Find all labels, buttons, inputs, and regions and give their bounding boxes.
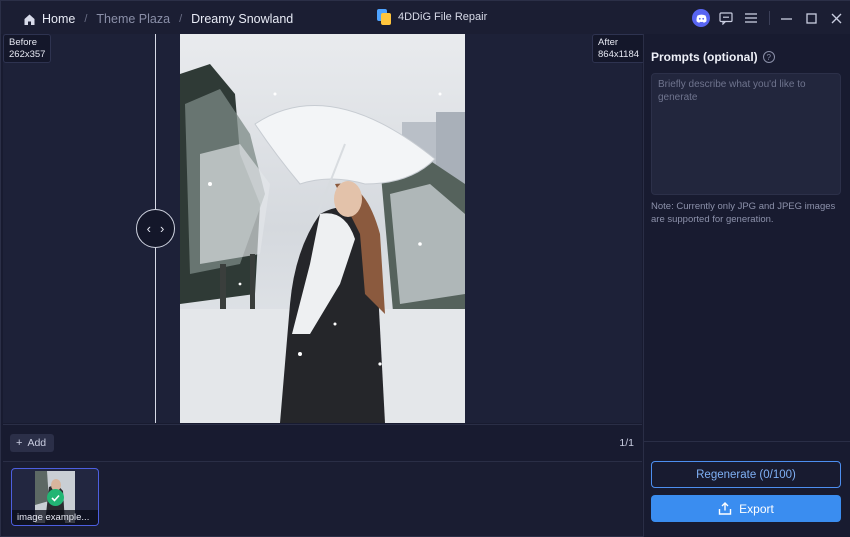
home-icon[interactable] xyxy=(23,13,36,26)
after-title: After xyxy=(598,37,619,48)
before-title: Before xyxy=(9,37,37,48)
menu-icon xyxy=(745,13,757,23)
minimize-button[interactable] xyxy=(776,8,796,28)
regenerate-label: Regenerate (0/100) xyxy=(696,468,796,481)
discord-icon xyxy=(692,9,710,27)
breadcrumb-theme-plaza[interactable]: Theme Plaza xyxy=(96,12,170,26)
breadcrumb-separator: / xyxy=(84,13,88,25)
before-size: 262x357 xyxy=(9,48,46,60)
chevron-left-icon: ‹ xyxy=(146,221,151,236)
close-button[interactable] xyxy=(826,8,846,28)
close-icon xyxy=(831,13,841,23)
plus-icon: + xyxy=(16,437,23,449)
compare-slider-handle[interactable]: ‹ › xyxy=(136,209,175,248)
check-icon xyxy=(47,489,64,506)
breadcrumb-current: Dreamy Snowland xyxy=(191,12,294,26)
export-button[interactable]: Export xyxy=(651,495,841,522)
title-bar: Home / Theme Plaza / Dreamy Snowland 4DD… xyxy=(1,1,850,34)
chevron-right-icon: › xyxy=(160,221,165,236)
breadcrumb: Home / Theme Plaza / Dreamy Snowland xyxy=(23,11,293,27)
thumbnail-item[interactable]: image example... xyxy=(11,468,99,526)
panel-divider xyxy=(644,441,850,442)
app-window: Home / Theme Plaza / Dreamy Snowland 4DD… xyxy=(0,0,850,537)
preview-image xyxy=(180,34,465,423)
add-button[interactable]: + Add xyxy=(10,434,55,452)
thumbnail-strip: image example... xyxy=(3,461,642,536)
help-icon[interactable]: ? xyxy=(762,51,775,63)
maximize-button[interactable] xyxy=(801,8,821,28)
export-icon xyxy=(718,502,732,515)
regenerate-button[interactable]: Regenerate (0/100) xyxy=(651,461,841,488)
feedback-button[interactable] xyxy=(716,8,736,28)
controls-divider xyxy=(769,11,770,25)
prompt-heading: Prompts (optional) ? xyxy=(651,50,775,64)
export-label: Export xyxy=(739,501,774,516)
window-controls xyxy=(691,8,850,28)
format-note: Note: Currently only JPG and JPEG images… xyxy=(651,201,836,225)
after-size: 864x1184 xyxy=(598,48,640,60)
app-logo-icon xyxy=(377,9,391,25)
image-toolbar: + Add 1/1 xyxy=(3,424,642,461)
prompt-title: Prompts (optional) xyxy=(651,50,758,64)
feedback-icon xyxy=(719,11,733,25)
discord-button[interactable] xyxy=(691,8,711,28)
minimize-icon xyxy=(780,17,792,20)
maximize-icon xyxy=(805,12,817,24)
add-button-label: Add xyxy=(27,437,47,449)
preview-canvas[interactable]: Before 262x357 After 864x1184 ‹ › xyxy=(3,34,646,423)
after-label: After 864x1184 xyxy=(592,34,646,63)
before-label: Before 262x357 xyxy=(3,34,52,63)
prompt-panel: Prompts (optional) ? Note: Currently onl… xyxy=(643,34,850,537)
breadcrumb-home[interactable]: Home xyxy=(42,12,75,26)
app-title: 4DDiG File Repair xyxy=(377,9,487,25)
app-name: 4DDiG File Repair xyxy=(398,11,488,23)
page-counter: 1/1 xyxy=(619,437,634,449)
prompt-input[interactable] xyxy=(651,73,841,195)
menu-button[interactable] xyxy=(741,8,761,28)
thumbnail-label: image example... xyxy=(12,510,98,525)
breadcrumb-separator: / xyxy=(179,13,183,25)
